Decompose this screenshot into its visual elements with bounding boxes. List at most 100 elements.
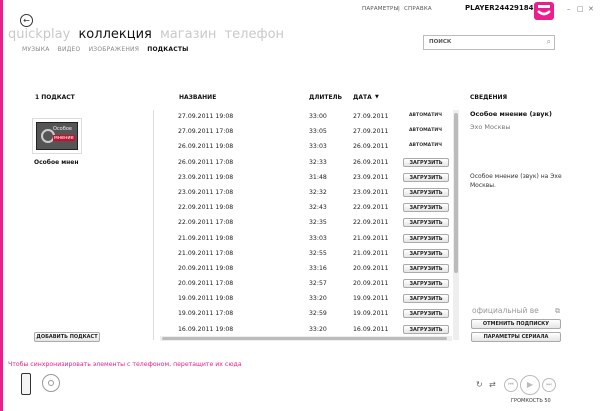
detail-description: Особое мнение (звук) на Эхе Москвы.	[470, 173, 562, 189]
play-icon[interactable]: ▶	[520, 375, 540, 395]
table-row[interactable]: 27.09.2011 19:08 33:00 27.09.2011 АВТОМАТИЧ	[178, 110, 450, 125]
minimize-icon[interactable]: –	[567, 5, 571, 13]
episode-duration: 32:33	[309, 158, 327, 166]
download-button[interactable]: ЗАГРУЗИТЬ	[403, 294, 449, 304]
sort-down-icon[interactable]: ▼	[375, 94, 379, 100]
download-button[interactable]: ЗАГРУЗИТЬ	[403, 248, 449, 258]
episode-name: 20.09.2011 17:08	[178, 280, 234, 288]
external-link-icon[interactable]: ⧉	[555, 307, 560, 316]
episode-name: 21.09.2011 17:08	[178, 249, 234, 257]
episode-date: 22.09.2011	[353, 204, 389, 212]
episode-name: 26.09.2011 19:08	[178, 143, 234, 151]
episode-date: 27.09.2011	[353, 113, 389, 120]
table-row[interactable]: 26.09.2011 17:08 32:33 26.09.2011 ЗАГРУЗИТЬ	[178, 156, 450, 171]
podcast-name[interactable]: Особое мнен	[34, 159, 79, 166]
close-icon[interactable]: ✕	[588, 5, 594, 13]
table-row[interactable]: 21.09.2011 19:08 33:03 21.09.2011 ЗАГРУЗИТЬ	[178, 232, 450, 247]
episode-duration: 32:57	[309, 280, 327, 288]
back-arrow-icon[interactable]: ←	[20, 14, 33, 27]
table-row[interactable]: 27.09.2011 17:08 33:05 27.09.2011 АВТОМАТИЧ	[178, 125, 450, 140]
help-link[interactable]: СПРАВКА	[404, 6, 432, 12]
topbar-separator: |	[398, 6, 401, 12]
unsubscribe-button[interactable]: ОТМЕНИТЬ ПОДПИСКУ	[471, 319, 561, 329]
table-row[interactable]: 19.09.2011 17:08 32:59 19.09.2011 ЗАГРУЗИТЬ	[178, 307, 450, 322]
artwork-text-1: Особое	[53, 126, 72, 132]
nav-quickplay[interactable]: quickplay	[8, 27, 70, 42]
episode-name: 23.09.2011 17:08	[178, 188, 234, 196]
previous-icon[interactable]: ⏮	[504, 378, 518, 392]
episode-duration: 33:20	[309, 295, 327, 303]
tab-podcasts[interactable]: ПОДКАСТЫ	[147, 46, 188, 53]
avatar[interactable]	[534, 2, 554, 20]
nav-phone[interactable]: телефон	[225, 27, 284, 42]
nav-collection[interactable]: коллекция	[78, 27, 151, 42]
podcast-count: 1 ПОДКАСТ	[35, 94, 75, 101]
episode-date: 21.09.2011	[353, 234, 389, 242]
table-row[interactable]: 26.09.2011 19:08 33:03 26.09.2011 АВТОМАТИЧ	[178, 140, 450, 155]
episode-duration: 31:48	[309, 173, 327, 181]
episode-duration: 32:35	[309, 219, 327, 227]
table-row[interactable]: 21.09.2011 17:08 32:55 21.09.2011 ЗАГРУЗИТЬ	[178, 247, 450, 262]
vertical-scroll-thumb[interactable]	[454, 113, 458, 273]
repeat-icon[interactable]: ↻	[476, 380, 483, 389]
shuffle-icon[interactable]: ⇄	[489, 380, 496, 389]
table-row[interactable]: 23.09.2011 19:08 31:48 23.09.2011 ЗАГРУЗИТЬ	[178, 171, 450, 186]
main-nav: quickplay коллекция магазин телефон	[8, 27, 288, 42]
download-button[interactable]: ЗАГРУЗИТЬ	[403, 263, 449, 273]
episode-duration: 33:00	[309, 113, 327, 120]
table-row[interactable]: 23.09.2011 17:08 32:32 23.09.2011 ЗАГРУЗИТЬ	[178, 186, 450, 201]
column-name[interactable]: НАЗВАНИЕ	[179, 94, 216, 101]
download-button[interactable]: ЗАГРУЗИТЬ	[403, 233, 449, 243]
table-row[interactable]: 22.09.2011 19:08 32:43 22.09.2011 ЗАГРУЗИТЬ	[178, 201, 450, 216]
series-settings-button[interactable]: ПАРАМЕТРЫ СЕРИАЛА	[471, 332, 561, 342]
auto-status: АВТОМАТИЧ	[409, 113, 442, 118]
episode-date: 26.09.2011	[353, 143, 389, 151]
episode-name: 23.09.2011 19:08	[178, 173, 234, 181]
table-row[interactable]: 20.09.2011 19:08 33:16 20.09.2011 ЗАГРУЗИТЬ	[178, 262, 450, 277]
search-placeholder: ПОИСК	[429, 39, 452, 45]
tab-pictures[interactable]: ИЗОБРАЖЕНИЯ	[89, 46, 140, 53]
details-header: СВЕДЕНИЯ	[470, 94, 508, 101]
disc-icon[interactable]	[42, 374, 60, 392]
download-button[interactable]: ЗАГРУЗИТЬ	[403, 203, 449, 213]
next-icon[interactable]: ⏭	[542, 378, 556, 392]
download-button[interactable]: ЗАГРУЗИТЬ	[403, 279, 449, 289]
auto-status: АВТОМАТИЧ	[409, 128, 442, 134]
official-site-link[interactable]: официальный ве	[472, 306, 539, 315]
download-button[interactable]: ЗАГРУЗИТЬ	[403, 309, 449, 319]
episode-name: 26.09.2011 17:08	[178, 158, 234, 166]
search-input[interactable]: ПОИСК ⌕	[423, 35, 555, 50]
download-button[interactable]: ЗАГРУЗИТЬ	[403, 172, 449, 182]
accent-strip	[0, 0, 3, 411]
restore-icon[interactable]: □	[577, 5, 584, 13]
settings-link[interactable]: ПАРАМЕТРЫ	[362, 6, 399, 12]
podcast-thumbnail[interactable]: Особое мнение	[32, 118, 82, 154]
table-row[interactable]: 20.09.2011 17:08 32:57 20.09.2011 ЗАГРУЗИТЬ	[178, 277, 450, 292]
episode-duration: 33:20	[309, 325, 327, 333]
episode-duration: 33:03	[309, 234, 327, 242]
column-duration[interactable]: ДЛИТЕЛЬ	[309, 94, 342, 101]
column-date[interactable]: ДАТА	[353, 94, 372, 101]
nav-marketplace[interactable]: магазин	[160, 27, 216, 42]
download-button[interactable]: ЗАГРУЗИТЬ	[403, 157, 449, 167]
tab-video[interactable]: ВИДЕО	[58, 46, 81, 53]
horizontal-scroll-thumb[interactable]	[162, 337, 447, 340]
download-button[interactable]: ЗАГРУЗИТЬ	[403, 218, 449, 228]
table-row[interactable]: 22.09.2011 17:08 32:35 22.09.2011 ЗАГРУЗИТЬ	[178, 216, 450, 231]
episode-name: 21.09.2011 19:08	[178, 234, 234, 242]
episode-duration: 32:43	[309, 204, 327, 212]
detail-author[interactable]: Эхо Москвы	[470, 123, 510, 131]
episode-date: 23.09.2011	[353, 173, 389, 181]
search-icon[interactable]: ⌕	[547, 37, 551, 47]
episode-name: 19.09.2011 19:08	[178, 295, 234, 303]
add-podcast-button[interactable]: ДОБАВИТЬ ПОДКАСТ	[34, 332, 100, 342]
episode-date: 26.09.2011	[353, 158, 389, 166]
volume-label[interactable]: ГРОМКОСТЬ 50	[511, 398, 551, 404]
phone-icon[interactable]	[21, 373, 31, 395]
table-row[interactable]: 19.09.2011 19:08 33:20 19.09.2011 ЗАГРУЗИТЬ	[178, 292, 450, 307]
tab-music[interactable]: МУЗЫКА	[22, 46, 50, 53]
download-button[interactable]: ЗАГРУЗИТЬ	[403, 187, 449, 197]
player-name[interactable]: PLAYER244291841	[465, 4, 538, 12]
download-button[interactable]: ЗАГРУЗИТЬ	[403, 324, 449, 334]
episode-duration: 33:03	[309, 143, 327, 151]
